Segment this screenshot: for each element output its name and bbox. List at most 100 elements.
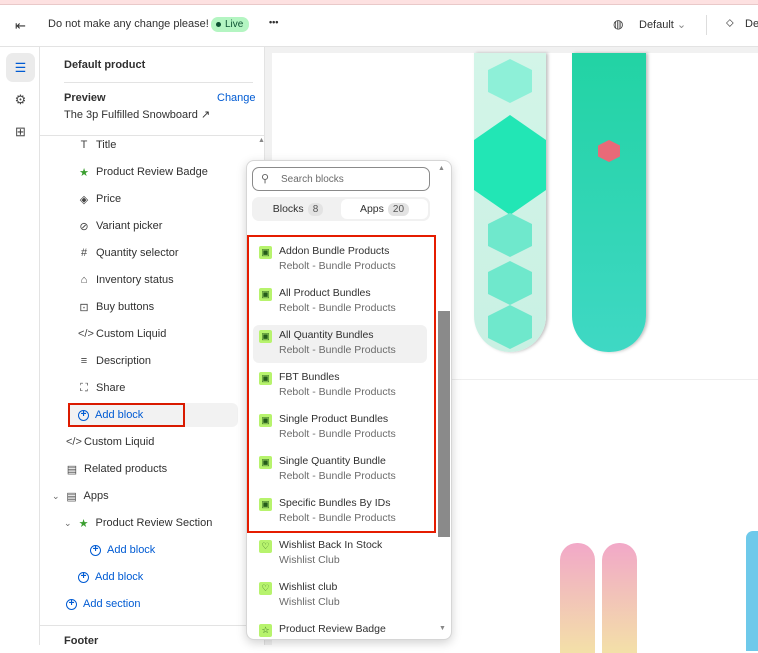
change-preview-link[interactable]: Change — [217, 92, 256, 104]
add-block-nested-button[interactable]: + Add block — [90, 540, 155, 560]
block-label: Product Review Badge — [96, 166, 208, 178]
block-icon: ⊡ — [79, 301, 89, 314]
block-label: Description — [96, 355, 152, 367]
live-badge: Live — [211, 17, 250, 32]
app-block-source: Show Product Reviews — [279, 638, 387, 639]
theme-selector[interactable]: Default ⌄ — [639, 18, 686, 31]
scrollbar-thumb[interactable] — [438, 311, 450, 537]
settings-gear-icon[interactable]: ⚙ — [6, 85, 35, 114]
scroll-up-icon[interactable]: ▲ — [258, 137, 265, 144]
block-icon: ⛶ — [80, 381, 88, 394]
block-item[interactable]: T Title — [78, 135, 117, 155]
block-item[interactable]: ⊡ Buy buttons — [78, 297, 154, 317]
add-block-apps-button[interactable]: + Add block — [78, 567, 143, 587]
app-block-item[interactable]: ♡ Wishlist club Wishlist Club — [253, 577, 427, 615]
editor-header: ⇤ Do not make any change please! Live ••… — [0, 5, 758, 47]
block-icon: ⊘ — [79, 220, 89, 233]
app-block-title: Wishlist Back In Stock — [279, 539, 383, 551]
divider — [706, 15, 707, 35]
app-embeds-icon[interactable]: ⊞ — [6, 117, 35, 146]
sections-icon[interactable]: ☰ — [6, 53, 35, 82]
section-label: Custom Liquid — [84, 436, 155, 448]
section-apps[interactable]: ⌄ ▤ Apps — [52, 486, 109, 506]
block-icon: # — [80, 247, 88, 259]
block-label: Custom Liquid — [96, 328, 167, 340]
block-icon: ≡ — [80, 355, 88, 367]
sidebar: Default product Preview Change The 3p Fu… — [40, 47, 265, 647]
block-item[interactable]: ≡ Description — [78, 351, 151, 371]
exit-icon[interactable]: ⇤ — [15, 18, 26, 34]
globe-icon: ◍ — [613, 17, 624, 31]
section-related-products[interactable]: ▤ Related products — [66, 459, 167, 479]
divider — [64, 82, 253, 83]
block-icon: </> — [78, 328, 94, 340]
plus-circle-icon: + — [66, 598, 77, 610]
snowboard-image[interactable] — [572, 53, 646, 352]
heart-icon: ♡ — [259, 540, 272, 553]
block-item[interactable]: ⛶ Share — [78, 378, 125, 398]
app-block-source: Wishlist Club — [279, 554, 340, 566]
tab-count: 20 — [387, 203, 410, 216]
device-selector[interactable]: De — [745, 18, 758, 30]
block-label: Share — [96, 382, 126, 394]
external-link-icon: ↗ — [200, 109, 211, 121]
snowboard-image[interactable] — [474, 53, 546, 352]
app-block-item[interactable]: ☆ Product Review Badge Show Product Review… — [253, 619, 427, 639]
block-icon: ⌂ — [80, 274, 88, 286]
search-input[interactable]: ⚲ Search blocks — [252, 167, 430, 191]
block-label: Buy buttons — [96, 301, 155, 313]
tab-label: Apps — [359, 203, 384, 215]
chevron-down-icon: ⌄ — [676, 19, 687, 31]
chevron-down-icon: ⌄ — [64, 517, 72, 528]
app-block-item[interactable]: ♡ Wishlist Back In Stock Wishlist Club — [253, 535, 427, 573]
add-block-label: Add block — [107, 544, 156, 556]
block-item[interactable]: ⌂ Inventory status — [78, 270, 174, 290]
block-icon: ★ — [79, 166, 89, 179]
add-section-button[interactable]: + Add section — [66, 594, 140, 614]
search-placeholder: Search blocks — [281, 174, 344, 185]
block-item[interactable]: # Quantity selector — [78, 243, 179, 263]
tab-apps[interactable]: Apps 20 — [341, 199, 428, 219]
add-block-button[interactable]: + Add block — [78, 405, 143, 425]
block-item[interactable]: ⊘ Variant picker — [78, 216, 162, 236]
block-label: Product Review Section — [95, 517, 213, 529]
app-block-title: Wishlist club — [279, 581, 338, 593]
snowboard-image[interactable] — [746, 531, 758, 651]
block-label: Quantity selector — [96, 247, 179, 259]
block-item[interactable]: </> Custom Liquid — [78, 324, 166, 344]
block-label: Inventory status — [96, 274, 174, 286]
block-item[interactable]: ◈ Price — [78, 189, 121, 209]
icon-rail: ☰ ⚙ ⊞ — [0, 47, 40, 645]
block-label: Variant picker — [96, 220, 163, 232]
block-icon: T — [80, 139, 88, 151]
footer-group-label: Footer — [64, 635, 99, 647]
apps-icon: ▤ — [66, 490, 77, 503]
scroll-down-icon[interactable]: ▼ — [439, 625, 446, 632]
add-block-popover: ⚲ Search blocks Blocks 8 Apps 20 ▣ Addon Bu… — [246, 160, 452, 640]
block-label: Price — [96, 193, 122, 205]
star-icon: ★ — [78, 517, 89, 530]
preview-label: Preview — [64, 92, 106, 104]
snowboard-image[interactable] — [602, 543, 637, 653]
theme-selector-label: Default — [639, 19, 674, 31]
grid-icon: ▤ — [66, 463, 78, 476]
snowboard-image[interactable] — [560, 543, 595, 653]
preview-product[interactable]: The 3p Fulfilled Snowboard ↗ — [64, 108, 210, 121]
block-product-review-section[interactable]: ⌄ ★ Product Review Section — [64, 513, 212, 533]
chevron-down-icon: ⌄ — [52, 490, 60, 501]
theme-title: Do not make any change please! — [48, 18, 209, 30]
star-icon: ☆ — [259, 624, 272, 637]
search-icon: ⚲ — [261, 173, 270, 185]
divider — [40, 625, 265, 626]
add-block-label: Add block — [95, 571, 144, 583]
page-title: Default product — [64, 59, 146, 71]
add-block-label: Add block — [95, 409, 144, 421]
block-item[interactable]: ★ Product Review Badge — [78, 162, 208, 182]
more-actions-button[interactable]: ••• — [269, 17, 278, 27]
scroll-up-icon[interactable]: ▲ — [438, 165, 445, 172]
tab-label: Blocks — [272, 203, 304, 215]
section-custom-liquid[interactable]: </> Custom Liquid — [66, 432, 154, 452]
tab-blocks[interactable]: Blocks 8 — [256, 200, 340, 218]
code-icon: </> — [66, 436, 82, 448]
divider — [40, 135, 265, 136]
